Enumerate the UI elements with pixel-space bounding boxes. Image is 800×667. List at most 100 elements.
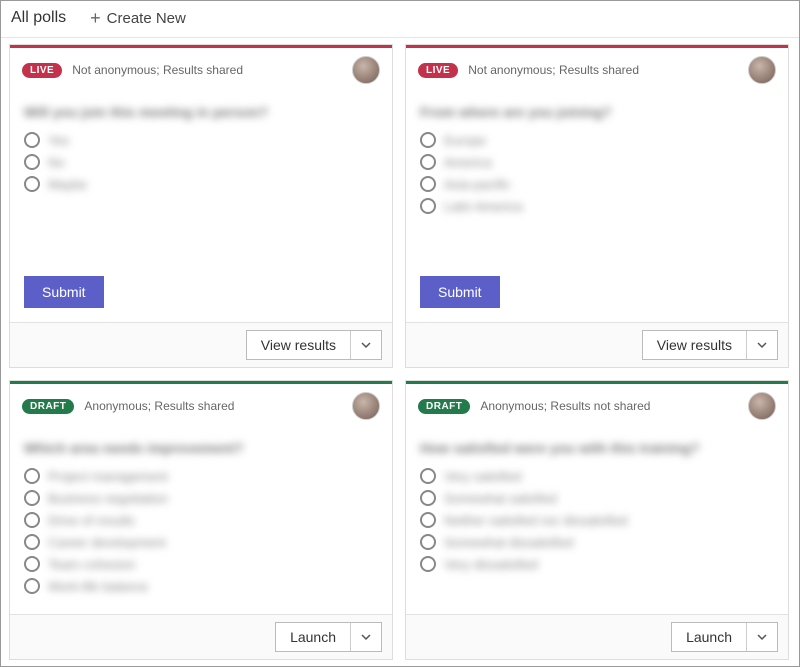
- poll-meta: Anonymous; Results not shared: [480, 399, 650, 413]
- poll-meta: Anonymous; Results shared: [84, 399, 234, 413]
- submit-button[interactable]: Submit: [24, 276, 104, 308]
- poll-question: Will you join this meeting in person?: [24, 104, 378, 120]
- poll-option[interactable]: No: [24, 154, 378, 170]
- poll-option[interactable]: Drive of results: [24, 512, 378, 528]
- radio-icon: [420, 490, 436, 506]
- option-label: Asia-pacific: [444, 177, 510, 192]
- view-results-split-button: View results: [246, 330, 382, 360]
- radio-icon: [420, 132, 436, 148]
- page-title: All polls: [11, 9, 66, 27]
- option-label: Very satisfied: [444, 469, 521, 484]
- poll-option[interactable]: Business negotiation: [24, 490, 378, 506]
- poll-body: From where are you joining? Europe Ameri…: [406, 88, 788, 268]
- status-badge: LIVE: [418, 63, 458, 78]
- radio-icon: [420, 176, 436, 192]
- launch-button[interactable]: Launch: [672, 623, 747, 651]
- option-label: Maybe: [48, 177, 87, 192]
- poll-footer: View results: [10, 322, 392, 367]
- option-label: Project management: [48, 469, 168, 484]
- poll-option[interactable]: Maybe: [24, 176, 378, 192]
- option-label: Europe: [444, 133, 486, 148]
- topbar: All polls + Create New: [1, 1, 799, 38]
- poll-option[interactable]: Somewhat satisfied: [420, 490, 774, 506]
- avatar[interactable]: [748, 56, 776, 84]
- chevron-down-icon: [361, 340, 371, 350]
- launch-split-button: Launch: [671, 622, 778, 652]
- submit-row: Submit: [10, 268, 392, 322]
- poll-body: Will you join this meeting in person? Ye…: [10, 88, 392, 268]
- poll-footer: View results: [406, 322, 788, 367]
- option-label: Neither satisfied nor dissatisfied: [444, 513, 628, 528]
- status-badge: DRAFT: [418, 399, 470, 414]
- poll-option[interactable]: Work-life balance: [24, 578, 378, 594]
- poll-option[interactable]: Team cohesion: [24, 556, 378, 572]
- chevron-down-icon: [361, 632, 371, 642]
- poll-card: DRAFT Anonymous; Results not shared How …: [405, 380, 789, 660]
- poll-header: LIVE Not anonymous; Results shared: [406, 48, 788, 88]
- poll-card: DRAFT Anonymous; Results shared Which ar…: [9, 380, 393, 660]
- option-label: Team cohesion: [48, 557, 135, 572]
- radio-icon: [420, 512, 436, 528]
- poll-header: LIVE Not anonymous; Results shared: [10, 48, 392, 88]
- poll-option[interactable]: Yes: [24, 132, 378, 148]
- poll-question: Which area needs improvement?: [24, 440, 378, 456]
- dropdown-button[interactable]: [351, 331, 381, 359]
- submit-row: Submit: [406, 268, 788, 322]
- poll-header: DRAFT Anonymous; Results shared: [10, 384, 392, 424]
- poll-header: DRAFT Anonymous; Results not shared: [406, 384, 788, 424]
- poll-option[interactable]: Very dissatisfied: [420, 556, 774, 572]
- poll-question: How satisfied were you with this trainin…: [420, 440, 774, 456]
- radio-icon: [420, 556, 436, 572]
- poll-footer: Launch: [10, 614, 392, 659]
- avatar[interactable]: [748, 392, 776, 420]
- option-label: Somewhat dissatisfied: [444, 535, 573, 550]
- poll-option[interactable]: Very satisfied: [420, 468, 774, 484]
- option-label: Business negotiation: [48, 491, 168, 506]
- poll-footer: Launch: [406, 614, 788, 659]
- chevron-down-icon: [757, 340, 767, 350]
- radio-icon: [24, 512, 40, 528]
- create-new-label: Create New: [107, 10, 186, 27]
- poll-option[interactable]: Career development: [24, 534, 378, 550]
- radio-icon: [24, 154, 40, 170]
- poll-option[interactable]: Somewhat dissatisfied: [420, 534, 774, 550]
- submit-button[interactable]: Submit: [420, 276, 500, 308]
- plus-icon: +: [90, 9, 101, 27]
- poll-option[interactable]: Project management: [24, 468, 378, 484]
- dropdown-button[interactable]: [747, 623, 777, 651]
- avatar[interactable]: [352, 392, 380, 420]
- create-new-button[interactable]: + Create New: [84, 7, 192, 29]
- poll-question: From where are you joining?: [420, 104, 774, 120]
- option-label: Drive of results: [48, 513, 135, 528]
- polls-grid: LIVE Not anonymous; Results shared Will …: [1, 38, 799, 666]
- option-label: America: [444, 155, 492, 170]
- option-label: Very dissatisfied: [444, 557, 538, 572]
- chevron-down-icon: [757, 632, 767, 642]
- avatar[interactable]: [352, 56, 380, 84]
- view-results-button[interactable]: View results: [247, 331, 351, 359]
- radio-icon: [420, 198, 436, 214]
- launch-button[interactable]: Launch: [276, 623, 351, 651]
- radio-icon: [24, 176, 40, 192]
- option-label: Somewhat satisfied: [444, 491, 557, 506]
- radio-icon: [420, 468, 436, 484]
- poll-meta: Not anonymous; Results shared: [468, 63, 639, 77]
- poll-card: LIVE Not anonymous; Results shared From …: [405, 44, 789, 368]
- status-badge: LIVE: [22, 63, 62, 78]
- option-label: Latin America: [444, 199, 523, 214]
- view-results-button[interactable]: View results: [643, 331, 747, 359]
- launch-split-button: Launch: [275, 622, 382, 652]
- radio-icon: [24, 490, 40, 506]
- dropdown-button[interactable]: [351, 623, 381, 651]
- poll-option[interactable]: Europe: [420, 132, 774, 148]
- poll-option[interactable]: Asia-pacific: [420, 176, 774, 192]
- radio-icon: [24, 132, 40, 148]
- view-results-split-button: View results: [642, 330, 778, 360]
- poll-option[interactable]: Latin America: [420, 198, 774, 214]
- poll-option[interactable]: America: [420, 154, 774, 170]
- poll-option[interactable]: Neither satisfied nor dissatisfied: [420, 512, 774, 528]
- dropdown-button[interactable]: [747, 331, 777, 359]
- radio-icon: [24, 578, 40, 594]
- radio-icon: [24, 556, 40, 572]
- poll-meta: Not anonymous; Results shared: [72, 63, 243, 77]
